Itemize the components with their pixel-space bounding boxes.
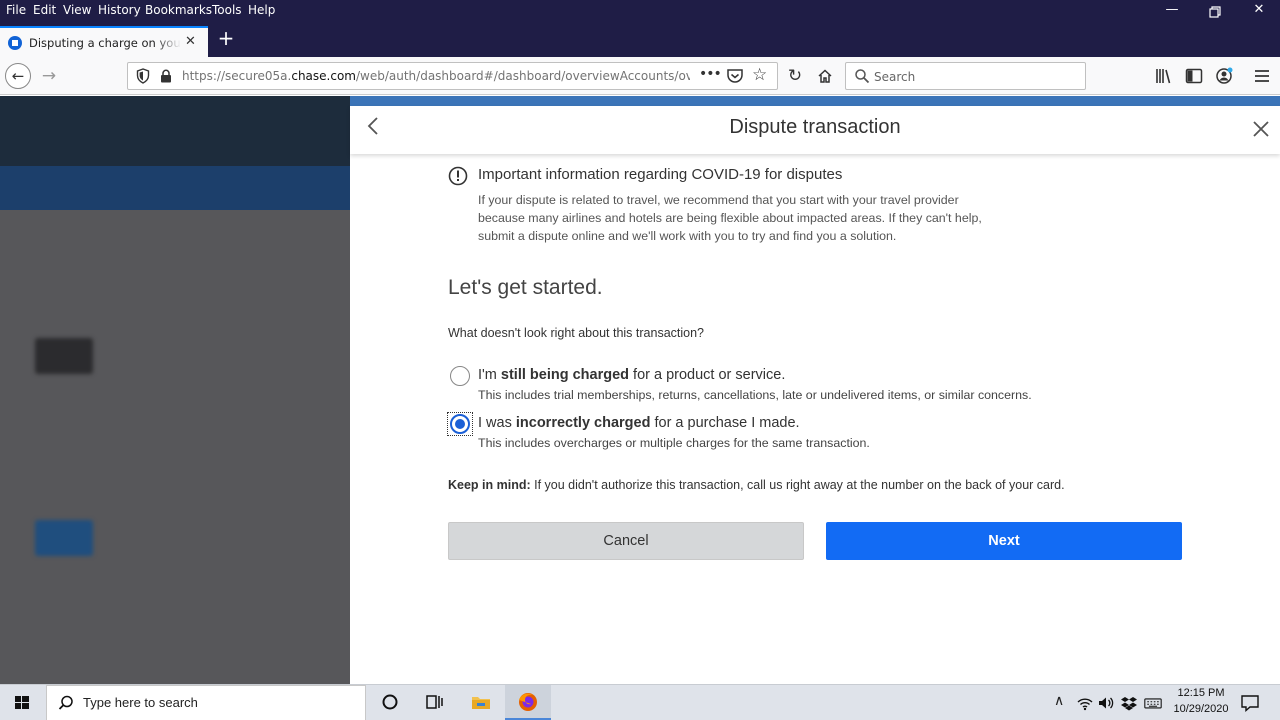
close-icon[interactable]	[1249, 114, 1273, 142]
blurred-card-image	[35, 520, 93, 556]
volume-icon[interactable]	[1097, 694, 1115, 712]
clock-time[interactable]: 12:15 PM	[1172, 687, 1230, 699]
option-incorrectly-charged-description: This includes overcharges or multiple ch…	[478, 436, 870, 450]
menu-history[interactable]: History	[98, 3, 141, 17]
task-view-icon[interactable]	[411, 685, 457, 720]
library-icon[interactable]	[1154, 66, 1174, 86]
pocket-icon[interactable]	[726, 68, 744, 84]
menu-view[interactable]: View	[63, 3, 91, 17]
option-still-being-charged-description: This includes trial memberships, returns…	[478, 388, 1032, 402]
page-actions-icon[interactable]: •••	[699, 66, 722, 82]
restore-icon[interactable]	[1200, 2, 1230, 22]
search-bar[interactable]: Search	[845, 62, 1086, 90]
tab-strip: Disputing a charge on your card ✕ +	[0, 22, 1280, 57]
menu-bookmarks[interactable]: Bookmarks	[145, 3, 212, 17]
close-tab-icon[interactable]: ✕	[185, 34, 196, 49]
forward-arrow-icon[interactable]: →	[36, 63, 62, 89]
dialog-header: Dispute transaction	[350, 106, 1280, 154]
tracking-shield-icon[interactable]	[136, 68, 150, 84]
tab-title: Disputing a charge on your card	[29, 36, 181, 50]
new-tab-icon[interactable]: +	[216, 28, 236, 48]
menu-help[interactable]: Help	[248, 3, 275, 17]
taskbar-search-placeholder: Type here to search	[83, 695, 198, 710]
dialog-title: Dispute transaction	[729, 116, 901, 138]
bookmark-star-icon[interactable]: ☆	[752, 65, 767, 85]
minimize-icon[interactable]: —	[1157, 2, 1187, 22]
radio-still-being-charged[interactable]	[450, 366, 470, 386]
tab-active[interactable]: Disputing a charge on your card ✕	[0, 26, 208, 57]
menu-file[interactable]: File	[6, 3, 26, 17]
lock-icon[interactable]	[159, 69, 173, 83]
dialog-top-stripe	[350, 96, 1280, 106]
covid-text-line: submit a dispute online and we'll work w…	[478, 229, 897, 243]
radio-incorrectly-charged[interactable]	[450, 414, 470, 434]
blurred-nav	[0, 166, 350, 210]
covid-heading: Important information regarding COVID-19…	[478, 166, 843, 183]
url-text[interactable]: https://secure05a.chase.com/web/auth/das…	[182, 69, 690, 83]
section-heading: Let's get started.	[448, 276, 603, 299]
clock-date[interactable]: 10/29/2020	[1170, 703, 1232, 715]
cortana-icon[interactable]	[367, 685, 413, 720]
search-icon	[58, 695, 73, 710]
menu-edit[interactable]: Edit	[33, 3, 56, 17]
search-placeholder: Search	[874, 70, 916, 84]
next-button[interactable]: Next	[826, 522, 1182, 560]
home-icon[interactable]	[812, 63, 838, 89]
dropbox-icon[interactable]	[1120, 694, 1138, 712]
menu-tools[interactable]: Tools	[212, 3, 242, 17]
cancel-button[interactable]: Cancel	[448, 522, 804, 560]
covid-text-line: because many airlines and hotels are bei…	[478, 211, 982, 225]
blurred-header	[0, 96, 350, 166]
option-incorrectly-charged-label[interactable]: I was incorrectly charged for a purchase…	[478, 415, 800, 431]
file-explorer-icon[interactable]	[458, 685, 504, 720]
info-alert-icon	[448, 166, 468, 186]
blurred-page-backdrop	[0, 96, 350, 684]
chevron-up-icon[interactable]: ∧	[1054, 693, 1064, 709]
keep-in-mind-note: Keep in mind: If you didn't authorize th…	[448, 478, 1065, 492]
back-arrow-icon[interactable]: ←	[5, 63, 31, 89]
taskbar-search-box[interactable]: Type here to search	[46, 685, 366, 720]
account-icon[interactable]	[1214, 66, 1234, 86]
wifi-icon[interactable]	[1076, 694, 1094, 712]
url-bar[interactable]: https://secure05a.chase.com/web/auth/das…	[127, 62, 778, 90]
covid-text-line: If your dispute is related to travel, we…	[478, 193, 959, 207]
dispute-dialog: Dispute transaction Important informatio…	[350, 96, 1280, 684]
search-icon	[855, 69, 870, 84]
windows-start-icon[interactable]	[8, 691, 36, 715]
keyboard-icon[interactable]	[1144, 694, 1162, 712]
windows-taskbar: Type here to search ∧ 12:15 PM 10/29/202…	[0, 684, 1280, 720]
close-window-icon[interactable]: ✕	[1244, 2, 1274, 22]
option-still-being-charged-label[interactable]: I'm still being charged for a product or…	[478, 367, 785, 383]
hamburger-menu-icon[interactable]	[1252, 66, 1272, 86]
menu-bar: File Edit View History Bookmarks Tools H…	[0, 0, 1280, 22]
question-label: What doesn't look right about this trans…	[448, 326, 705, 340]
notification-icon[interactable]	[1240, 693, 1260, 713]
navigation-toolbar: ← → https://secure05a.chase.com/web/auth…	[0, 57, 1280, 95]
chase-favicon-icon	[8, 36, 22, 50]
sidebar-icon[interactable]	[1184, 66, 1204, 86]
reload-icon[interactable]: ↻	[782, 63, 808, 89]
blurred-card-image	[35, 338, 93, 374]
firefox-taskbar-icon[interactable]	[505, 685, 551, 720]
